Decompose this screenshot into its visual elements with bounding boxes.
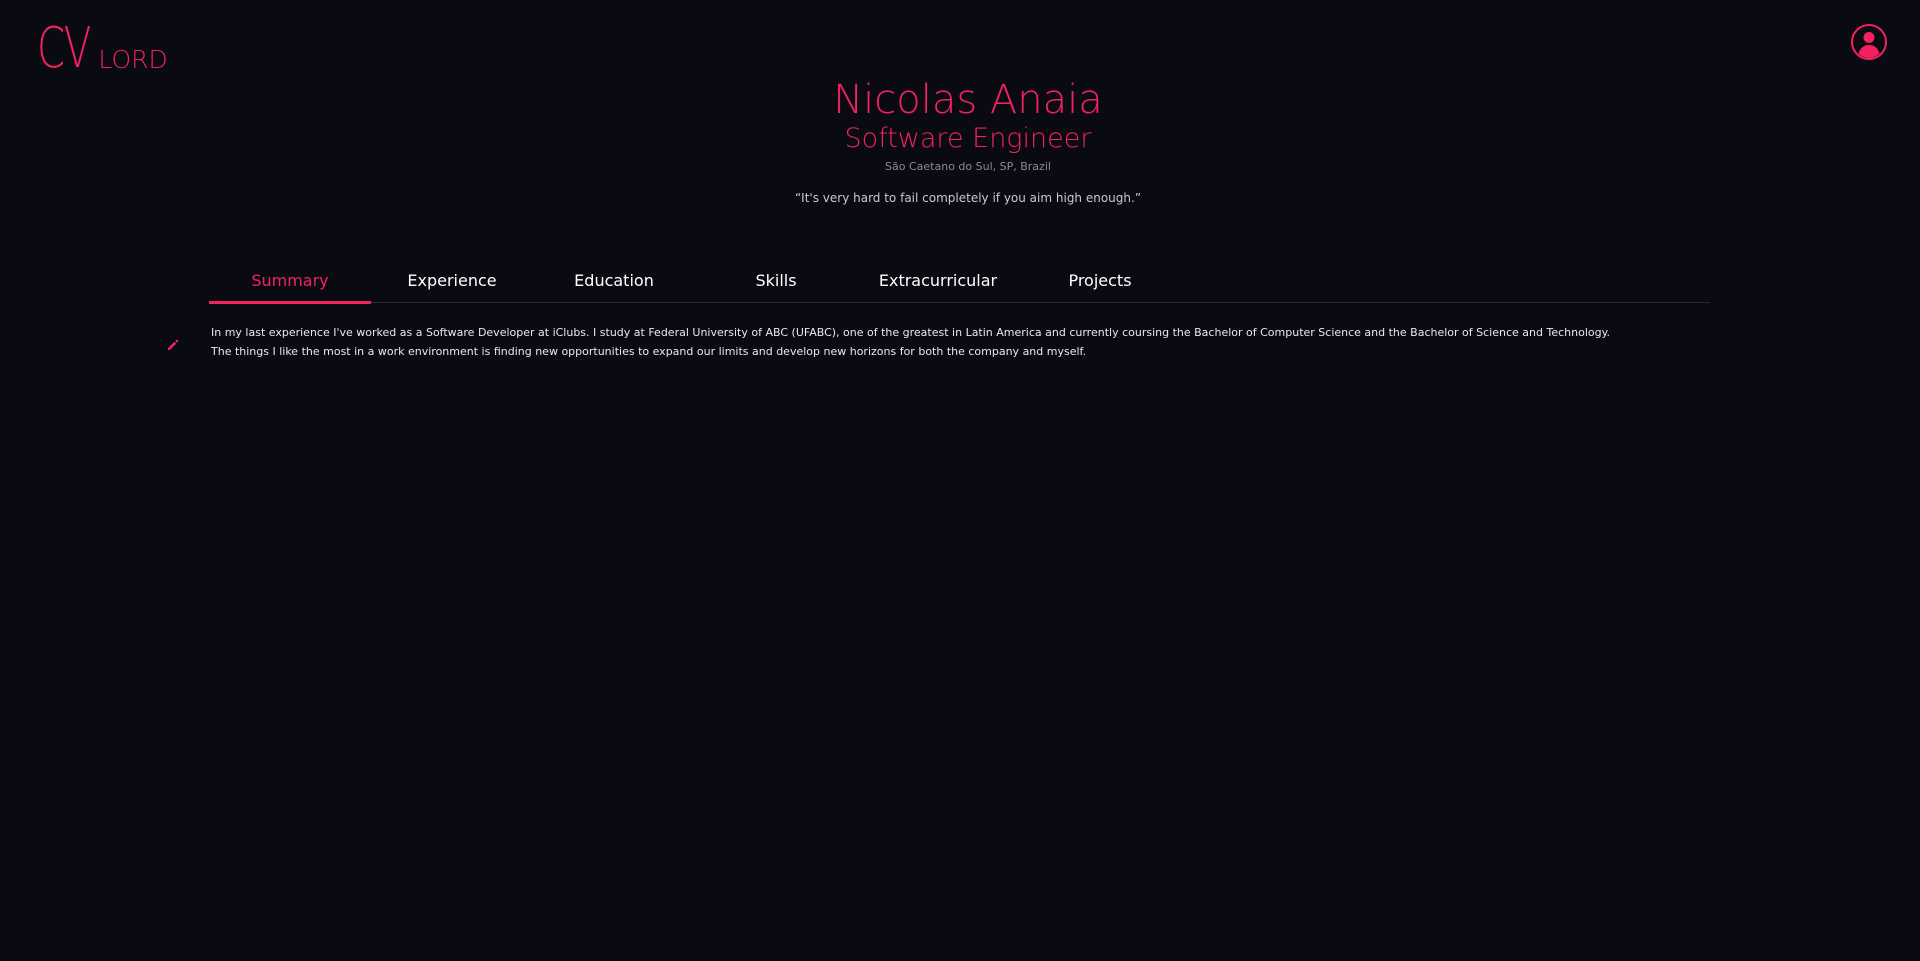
profile-title: Software Engineer [844, 123, 1092, 154]
tab-education[interactable]: Education [533, 258, 695, 302]
profile-button[interactable] [1851, 24, 1887, 60]
profile-location: São Caetano do Sul, SP, Brazil [885, 160, 1051, 173]
page: CV LORD Nicolas Anaia Software Engineer … [0, 0, 1920, 961]
tab-extracurricular[interactable]: Extracurricular [857, 258, 1019, 302]
tab-skills[interactable]: Skills [695, 258, 857, 302]
summary-line-1: In my last experience I've worked as a S… [211, 326, 1611, 339]
section-tabs: Summary Experience Education Skills Extr… [209, 258, 1710, 304]
profile-quote: “It's very hard to fail completely if yo… [794, 191, 1142, 205]
pencil-icon [168, 339, 179, 350]
logo-cv-text: CV [37, 16, 91, 81]
cv-lord-logo[interactable]: CV LORD [37, 16, 168, 81]
tab-projects[interactable]: Projects [1019, 258, 1181, 302]
profile-name: Nicolas Anaia [833, 77, 1103, 123]
profile-header: Nicolas Anaia Software Engineer São Caet… [0, 76, 1920, 207]
user-circle-icon [1851, 24, 1887, 60]
tab-summary[interactable]: Summary [209, 258, 371, 304]
logo-lord-text: LORD [98, 45, 168, 74]
summary-text: In my last experience I've worked as a S… [211, 323, 1691, 361]
edit-summary-button[interactable] [166, 337, 180, 351]
summary-line-2: The things I like the most in a work env… [211, 345, 1087, 358]
tab-experience[interactable]: Experience [371, 258, 533, 302]
